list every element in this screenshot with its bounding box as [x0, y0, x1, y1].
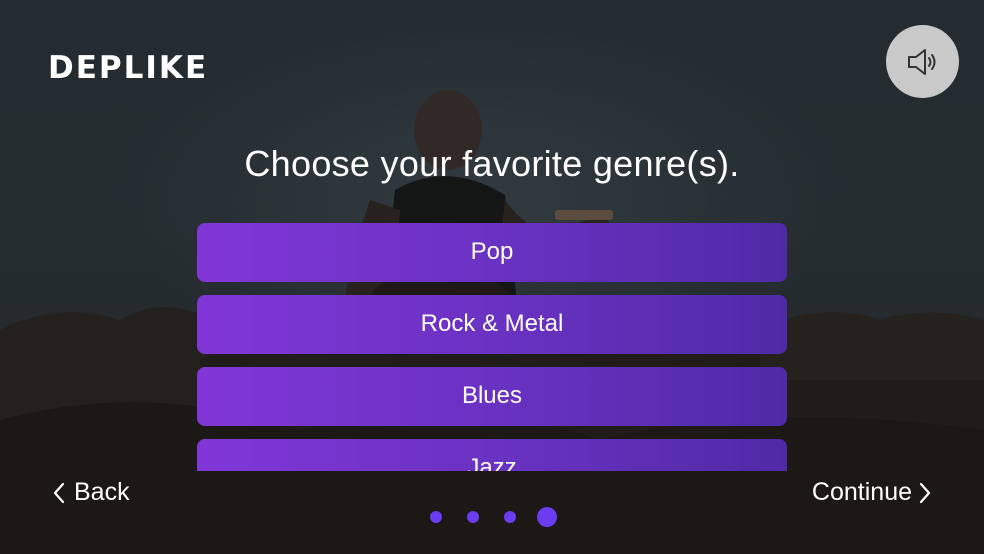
genre-list-viewport[interactable]: Pop Rock & Metal Blues Jazz: [197, 223, 787, 471]
chevron-left-icon: [53, 482, 65, 503]
genre-option-rock-metal[interactable]: Rock & Metal: [197, 295, 787, 354]
genre-list: Pop Rock & Metal Blues Jazz: [197, 223, 787, 471]
genre-option-label: Rock & Metal: [420, 309, 564, 337]
back-button-label: Back: [74, 478, 130, 506]
page-title: Choose your favorite genre(s).: [244, 143, 740, 184]
genre-option-label: Blues: [461, 381, 523, 409]
step-dot-4-active: [537, 507, 557, 527]
speaker-icon: [907, 48, 935, 75]
genre-option-label: Pop: [470, 237, 514, 265]
step-dot-3: [504, 511, 516, 523]
chevron-right-icon: [919, 482, 931, 503]
back-button[interactable]: Back: [52, 478, 130, 507]
genre-option-label: Jazz: [467, 453, 517, 472]
step-dot-1: [430, 511, 442, 523]
brand-logo-text: DEPLIKE: [48, 50, 209, 86]
continue-button-label: Continue: [811, 478, 912, 506]
brand-logo: DEPLIKE: [48, 53, 208, 84]
step-dot-2: [467, 511, 479, 523]
continue-button[interactable]: Continue: [812, 478, 932, 507]
genre-option-blues[interactable]: Blues: [197, 367, 787, 426]
sound-toggle-button[interactable]: [886, 25, 959, 98]
step-indicator: [0, 507, 984, 527]
genre-option-jazz[interactable]: Jazz: [197, 439, 787, 471]
genre-option-pop[interactable]: Pop: [197, 223, 787, 282]
